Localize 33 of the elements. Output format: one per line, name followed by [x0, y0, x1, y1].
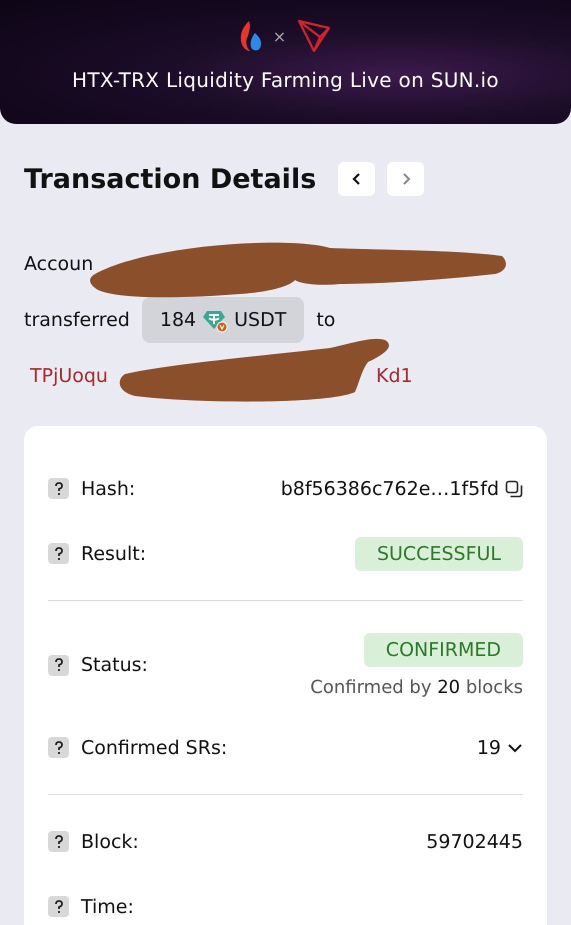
field-value: 19	[476, 736, 501, 758]
confirmation-note: Confirmed by 20 blocks	[310, 676, 523, 698]
triangle-logo-icon	[296, 18, 332, 54]
field-label: Block:	[81, 830, 139, 852]
previous-button[interactable]	[338, 162, 376, 196]
status-badge: SUCCESSFUL	[354, 536, 523, 570]
status-badge: CONFIRMED	[364, 632, 523, 666]
help-icon[interactable]	[48, 654, 69, 676]
flame-icon	[238, 19, 263, 53]
field-value: 59702445	[426, 830, 523, 852]
banner-title: HTX-TRX Liquidity Farming Live on SUN.io	[72, 68, 499, 92]
help-icon[interactable]	[48, 831, 69, 852]
address-link[interactable]: Kd1	[376, 365, 413, 387]
promo-banner[interactable]: × HTX-TRX Liquidity Farming Live on SUN.io	[0, 0, 571, 124]
field-label: Confirmed SRs:	[81, 736, 228, 758]
field-label: Hash:	[81, 478, 136, 500]
field-label: Result:	[81, 542, 146, 564]
amount-value: 184	[160, 309, 196, 331]
field-value: b8f56386c762e…1f5fd	[280, 478, 499, 500]
page-title: Transaction Details	[24, 164, 316, 194]
account-label: Accoun	[24, 253, 94, 275]
to-text: to	[316, 309, 336, 331]
help-icon[interactable]	[48, 543, 69, 564]
token-symbol: USDT	[234, 309, 286, 331]
address-link[interactable]: TPjUoqu	[30, 365, 108, 387]
help-icon[interactable]	[48, 737, 69, 758]
times-sign: ×	[272, 26, 286, 46]
field-label: Time:	[81, 896, 134, 918]
help-icon[interactable]	[48, 478, 69, 499]
transferred-text: transferred	[24, 309, 130, 331]
field-label: Status:	[81, 654, 148, 676]
help-icon[interactable]	[48, 896, 69, 917]
copy-icon[interactable]	[505, 480, 523, 498]
